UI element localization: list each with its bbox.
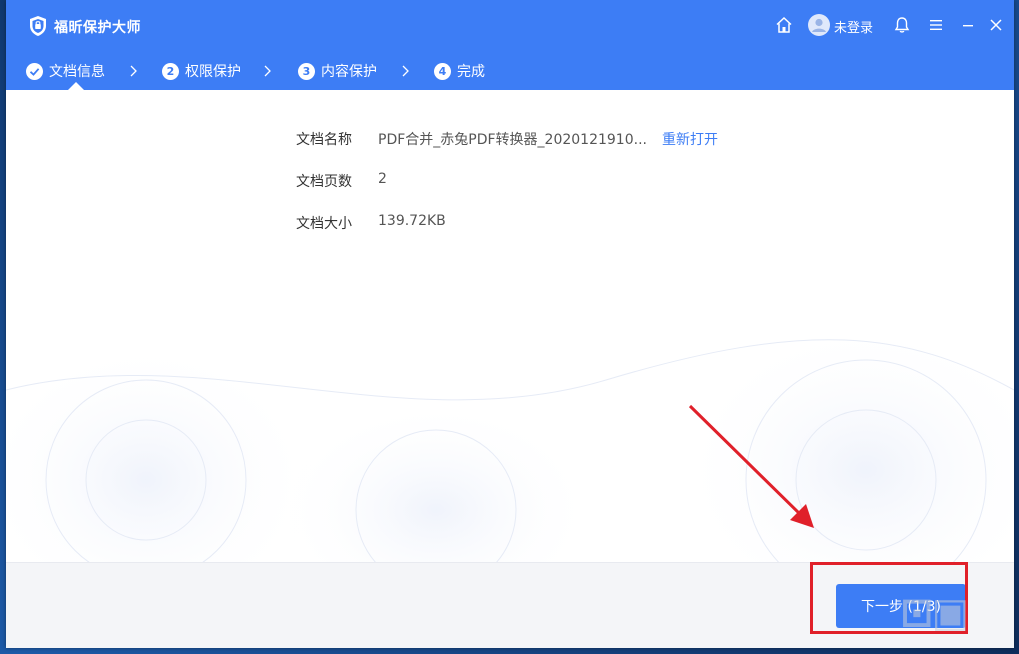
- step-number: 4: [434, 62, 451, 80]
- close-icon[interactable]: [986, 15, 1006, 35]
- document-name-value: PDF合并_赤兔PDF转换器_2020121910...: [378, 132, 647, 148]
- background-decoration: [6, 320, 1014, 562]
- active-step-pointer: [68, 82, 84, 90]
- chevron-right-icon: [402, 65, 409, 77]
- user-avatar-icon[interactable]: [808, 14, 830, 36]
- chevron-right-icon: [130, 65, 137, 77]
- app-title: 福昕保护大师: [54, 20, 141, 36]
- shield-logo-icon: [30, 16, 46, 36]
- step-document-info[interactable]: 文档信息: [26, 52, 105, 90]
- footer-bar: 下一步 (1/3): [6, 562, 1014, 648]
- title-bar: 福昕保护大师 未登录: [6, 0, 1014, 52]
- check-circle-icon: [26, 62, 43, 80]
- step-navigation: 文档信息 2 权限保护 3 内容保护 4 完成: [6, 52, 1014, 90]
- document-name-label: 文档名称: [296, 132, 352, 148]
- menu-icon[interactable]: [926, 15, 946, 35]
- reopen-link[interactable]: 重新打开: [662, 129, 718, 149]
- step-label: 权限保护: [185, 64, 241, 80]
- step-number: 3: [298, 62, 315, 80]
- minimize-icon[interactable]: [958, 15, 978, 35]
- step-complete[interactable]: 4 完成: [434, 52, 485, 90]
- next-step-button[interactable]: 下一步 (1/3): [836, 584, 966, 628]
- step-content-protect[interactable]: 3 内容保护: [298, 52, 377, 90]
- step-permission-protect[interactable]: 2 权限保护: [162, 52, 241, 90]
- home-icon[interactable]: [774, 15, 794, 35]
- step-label: 内容保护: [321, 64, 377, 80]
- document-size-value: 139.72KB: [378, 213, 446, 229]
- document-pages-label: 文档页数: [296, 174, 352, 190]
- document-size-label: 文档大小: [296, 216, 352, 232]
- step-label: 文档信息: [49, 64, 105, 80]
- main-content: 文档名称 PDF合并_赤兔PDF转换器_2020121910... 重新打开 文…: [6, 90, 1014, 562]
- login-status-label[interactable]: 未登录: [834, 17, 873, 36]
- document-pages-value: 2: [378, 171, 387, 187]
- chevron-right-icon: [264, 65, 271, 77]
- bell-icon[interactable]: [892, 15, 912, 35]
- app-window: 福昕保护大师 未登录 文档信息 2 权限保护 3 内容保护 4 完成 文档名称 …: [6, 0, 1014, 648]
- step-label: 完成: [457, 64, 485, 80]
- step-number: 2: [162, 62, 179, 80]
